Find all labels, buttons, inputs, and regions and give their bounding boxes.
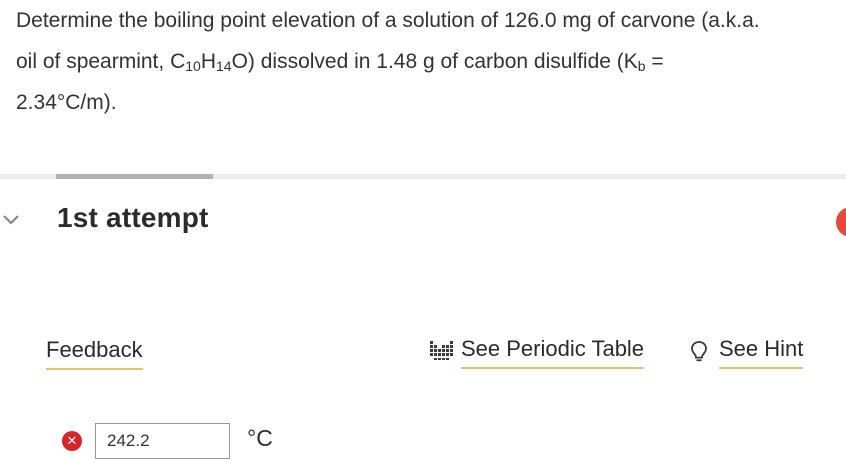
question-fragment: = xyxy=(645,50,664,73)
answer-input[interactable] xyxy=(95,423,230,459)
subscript-hydrogen: 14 xyxy=(215,58,232,74)
question-text: Determine the boiling point elevation of… xyxy=(16,0,831,123)
question-line-1: Determine the boiling point elevation of… xyxy=(16,0,831,41)
see-hint-link[interactable]: See Hint xyxy=(719,336,804,369)
attempt-progress-bar xyxy=(56,174,213,179)
answer-unit: °C xyxy=(247,425,273,451)
question-line-1-text: Determine the boiling point elevation of… xyxy=(16,9,760,32)
notification-dot[interactable] xyxy=(836,207,846,237)
attempt-title: 1st attempt xyxy=(57,202,209,233)
chevron-down-icon[interactable] xyxy=(2,213,20,227)
feedback-link[interactable]: Feedback xyxy=(46,337,143,370)
question-fragment: H xyxy=(200,50,216,73)
question-fragment: O) dissolved in 1.48 g of carbon disulfi… xyxy=(231,50,638,73)
error-x-icon: ✕ xyxy=(62,431,82,451)
question-page: Determine the boiling point elevation of… xyxy=(0,0,846,462)
question-fragment: oil of spearmint, C xyxy=(16,50,186,73)
periodic-table-icon[interactable] xyxy=(429,340,455,362)
see-periodic-table-link[interactable]: See Periodic Table xyxy=(461,336,645,369)
question-line-2: oil of spearmint, C10H14O) dissolved in … xyxy=(16,41,831,82)
question-line-3: 2.34°C/m). xyxy=(16,82,831,123)
question-line-3-text: 2.34°C/m). xyxy=(16,91,117,114)
subscript-kb: b xyxy=(637,58,646,74)
lightbulb-icon[interactable] xyxy=(690,340,708,364)
subscript-carbon: 10 xyxy=(185,58,201,74)
